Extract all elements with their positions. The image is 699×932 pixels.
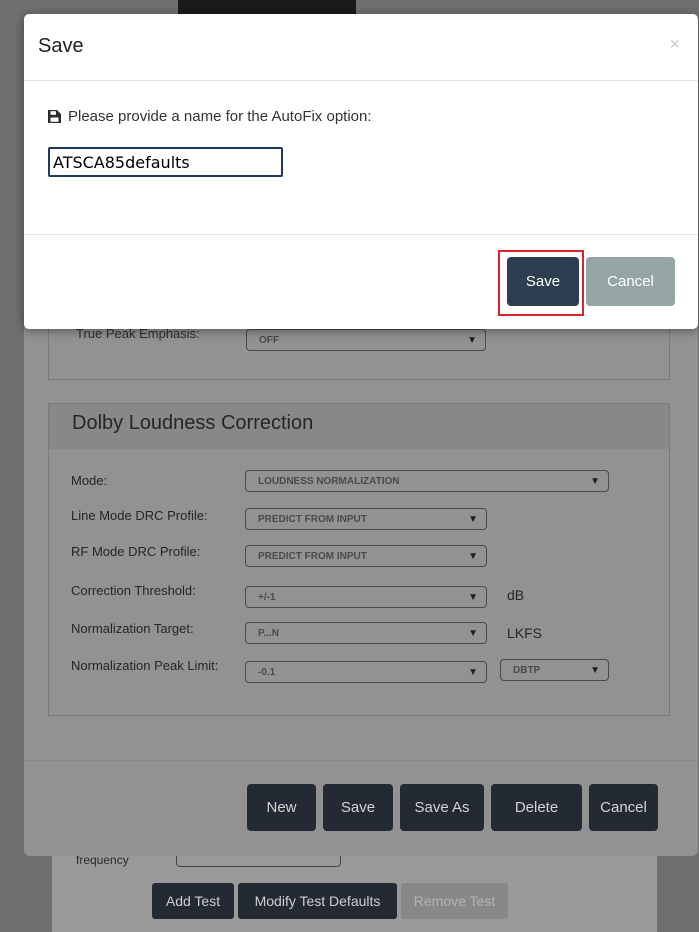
normalization-peak-limit-label: Normalization Peak Limit:	[71, 658, 219, 673]
modify-test-defaults-button: Modify Test Defaults	[238, 883, 397, 919]
cancel-button[interactable]: Cancel	[586, 257, 675, 306]
normalization-peak-limit-select: -0.1 ▼	[245, 661, 487, 683]
db-unit: dB	[507, 587, 525, 603]
chevron-down-icon: ▼	[467, 335, 477, 346]
rf-mode-drc-label: RF Mode DRC Profile:	[71, 544, 201, 559]
delete-button: Delete	[491, 784, 582, 831]
name-prompt: Please provide a name for the AutoFix op…	[47, 108, 372, 125]
prompt-text: Please provide a name for the AutoFix op…	[68, 108, 372, 125]
rf-mode-drc-select: PREDICT FROM INPUT ▼	[245, 545, 487, 567]
chevron-down-icon: ▼	[590, 665, 600, 676]
dolby-loudness-title: Dolby Loudness Correction	[72, 412, 314, 434]
lkfs-unit: LKFS	[507, 625, 543, 641]
close-icon[interactable]: ×	[669, 34, 680, 55]
line-mode-drc-label: Line Mode DRC Profile:	[71, 508, 208, 523]
chevron-down-icon: ▼	[468, 551, 478, 562]
new-button: New	[247, 784, 316, 831]
autofix-name-input[interactable]	[48, 147, 283, 177]
line-mode-drc-select: PREDICT FROM INPUT ▼	[245, 508, 487, 530]
mode-label: Mode:	[71, 473, 108, 488]
normalization-target-label: Normalization Target:	[71, 621, 194, 636]
normalization-target-select: P...N ▼	[245, 622, 487, 644]
modal-footer-divider	[24, 234, 698, 235]
chevron-down-icon: ▼	[468, 628, 478, 639]
chevron-down-icon: ▼	[468, 514, 478, 525]
chevron-down-icon: ▼	[590, 476, 600, 487]
chevron-down-icon: ▼	[468, 667, 478, 678]
dialog-footer-divider	[24, 760, 698, 761]
modal-header-divider	[24, 80, 698, 81]
correction-threshold-select: +/-1 ▼	[245, 586, 487, 608]
remove-test-button: Remove Test	[401, 883, 508, 919]
settings-save-button: Save	[323, 784, 393, 831]
settings-cancel-button: Cancel	[589, 784, 658, 831]
save-modal: Save × Please provide a name for the Aut…	[24, 14, 698, 329]
true-peak-select: OFF ▼	[246, 329, 486, 351]
correction-threshold-label: Correction Threshold:	[71, 583, 196, 598]
background-header-strip	[178, 0, 356, 14]
peak-limit-unit-select: DBTP ▼	[500, 659, 609, 681]
add-test-button: Add Test	[152, 883, 234, 919]
save-button-highlight	[498, 250, 584, 316]
chevron-down-icon: ▼	[468, 592, 478, 603]
save-icon	[48, 110, 61, 123]
mode-select: LOUDNESS NORMALIZATION ▼	[245, 470, 609, 492]
save-as-button: Save As	[400, 784, 484, 831]
modal-title: Save	[38, 35, 84, 57]
